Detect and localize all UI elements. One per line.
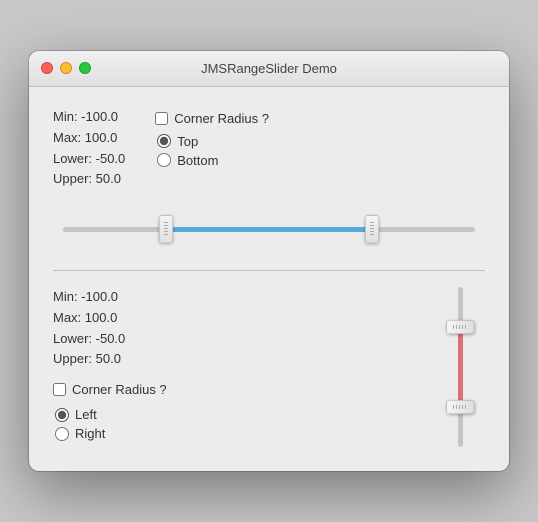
top-radio-top[interactable] [157, 134, 171, 148]
bottom-corner-radius-checkbox[interactable] [53, 383, 66, 396]
bottom-radio-right-label: Right [75, 426, 105, 441]
v-thumb-bottom[interactable] [446, 400, 474, 414]
bottom-upper-label: Upper: 50.0 [53, 349, 415, 370]
top-min-label: Min: -100.0 [53, 107, 125, 128]
bottom-max-label: Max: 100.0 [53, 308, 415, 329]
bottom-radio-right-row: Right [55, 426, 415, 441]
bottom-controls: Corner Radius ? Left Right [53, 382, 415, 441]
h-track [63, 227, 475, 232]
h-fill [166, 227, 372, 232]
h-thumb-left[interactable] [159, 215, 173, 243]
window-controls [41, 62, 91, 74]
bottom-corner-radius-label: Corner Radius ? [72, 382, 167, 397]
v-fill [458, 327, 463, 407]
window-content: Min: -100.0 Max: 100.0 Lower: -50.0 Uppe… [29, 87, 509, 471]
top-section-header: Min: -100.0 Max: 100.0 Lower: -50.0 Uppe… [53, 107, 485, 190]
top-info-block: Min: -100.0 Max: 100.0 Lower: -50.0 Uppe… [53, 107, 125, 190]
vertical-slider[interactable] [435, 287, 485, 447]
titlebar: JMSRangeSlider Demo [29, 51, 509, 87]
bottom-radio-left-row: Left [55, 407, 415, 422]
bottom-lower-label: Lower: -50.0 [53, 329, 415, 350]
bottom-radio-group: Left Right [53, 407, 415, 441]
top-radio-top-row: Top [157, 134, 485, 149]
top-upper-label: Upper: 50.0 [53, 169, 125, 190]
top-radio-group: Top Bottom [155, 134, 485, 168]
top-lower-label: Lower: -50.0 [53, 149, 125, 170]
close-button[interactable] [41, 62, 53, 74]
bottom-radio-left-label: Left [75, 407, 97, 422]
bottom-right [435, 287, 485, 447]
h-thumb-right[interactable] [365, 215, 379, 243]
horizontal-slider[interactable] [63, 204, 475, 254]
bottom-radio-left[interactable] [55, 408, 69, 422]
top-max-label: Max: 100.0 [53, 128, 125, 149]
minimize-button[interactable] [60, 62, 72, 74]
top-radio-bottom-row: Bottom [157, 153, 485, 168]
top-corner-radius-checkbox[interactable] [155, 112, 168, 125]
app-window: JMSRangeSlider Demo Min: -100.0 Max: 100… [29, 51, 509, 471]
top-corner-radius-row: Corner Radius ? [155, 111, 485, 126]
top-radio-bottom[interactable] [157, 153, 171, 167]
top-radio-bottom-label: Bottom [177, 153, 218, 168]
top-section: Min: -100.0 Max: 100.0 Lower: -50.0 Uppe… [53, 107, 485, 254]
top-corner-radius-label: Corner Radius ? [174, 111, 269, 126]
v-track [458, 287, 463, 447]
bottom-info-block: Min: -100.0 Max: 100.0 Lower: -50.0 Uppe… [53, 287, 415, 370]
bottom-radio-right[interactable] [55, 427, 69, 441]
maximize-button[interactable] [79, 62, 91, 74]
section-divider [53, 270, 485, 271]
v-thumb-top[interactable] [446, 320, 474, 334]
top-radio-top-label: Top [177, 134, 198, 149]
bottom-corner-radius-row: Corner Radius ? [53, 382, 415, 397]
window-title: JMSRangeSlider Demo [201, 61, 337, 76]
bottom-section: Min: -100.0 Max: 100.0 Lower: -50.0 Uppe… [53, 287, 485, 447]
top-controls-block: Corner Radius ? Top Bottom [155, 107, 485, 190]
bottom-left: Min: -100.0 Max: 100.0 Lower: -50.0 Uppe… [53, 287, 415, 441]
bottom-min-label: Min: -100.0 [53, 287, 415, 308]
